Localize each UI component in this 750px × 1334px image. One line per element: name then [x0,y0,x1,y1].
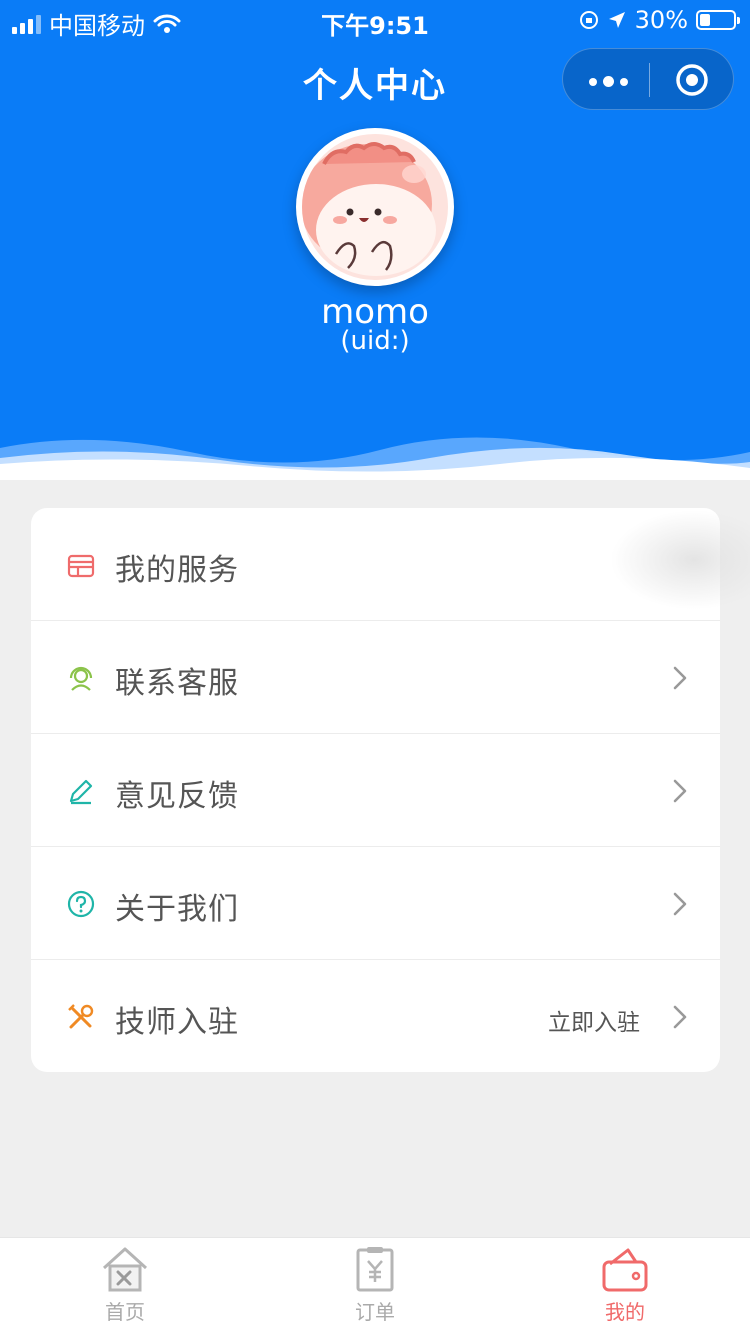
tab-label: 首页 [105,1300,145,1324]
user-id: (uid:) [340,326,410,356]
tools-icon [68,1004,94,1029]
battery-icon [696,10,740,30]
question-icon [67,890,95,918]
tab-label: 我的 [605,1300,645,1324]
menu-item-technician-join[interactable]: 技师入驻 立即入驻 [31,960,720,1072]
avatar[interactable] [296,128,454,286]
chevron-right-icon [673,779,687,803]
menu-item-label: 关于我们 [115,892,239,927]
menu-item-label: 联系客服 [115,666,239,701]
rotation-lock-icon [579,11,598,29]
tab-home[interactable]: 首页 [0,1238,250,1334]
overlay-shadow [610,510,750,610]
tab-orders[interactable]: 订单 [250,1238,500,1334]
miniprogram-capsule [562,48,734,110]
menu-item-feedback[interactable]: 意见反馈 [31,734,720,847]
menu-item-label: 技师入驻 [115,1005,239,1040]
chevron-right-icon [673,1005,687,1029]
menu-item-label: 我的服务 [115,553,239,588]
tab-mine[interactable]: 我的 [500,1238,750,1334]
join-now-link[interactable]: 立即入驻 [548,1003,640,1037]
close-target-icon[interactable] [675,63,709,97]
headset-icon [69,666,93,691]
menu-item-about-us[interactable]: 关于我们 [31,847,720,960]
store-icon [67,554,95,578]
battery-percent: 30% [634,6,688,34]
chevron-right-icon [673,666,687,690]
chevron-right-icon [673,892,687,916]
wave-decoration [0,437,750,480]
home-tools-icon [102,1247,148,1292]
tab-label: 订单 [355,1300,395,1324]
avatar-image [302,134,448,280]
pencil-icon [69,779,93,805]
order-receipt-icon [356,1247,394,1292]
wallet-icon [602,1248,648,1292]
location-icon [608,12,625,28]
menu-item-customer-service[interactable]: 联系客服 [31,621,720,734]
profile-header: 中国移动 下午9:51 30% 个人中心 momo (uid:) [0,0,750,480]
status-bar: 中国移动 下午9:51 30% [0,0,750,40]
tab-bar: 首页 订单 我的 [0,1237,750,1334]
capsule-divider [649,63,650,97]
menu-item-label: 意见反馈 [115,779,239,814]
more-menu-icon[interactable] [589,76,628,87]
